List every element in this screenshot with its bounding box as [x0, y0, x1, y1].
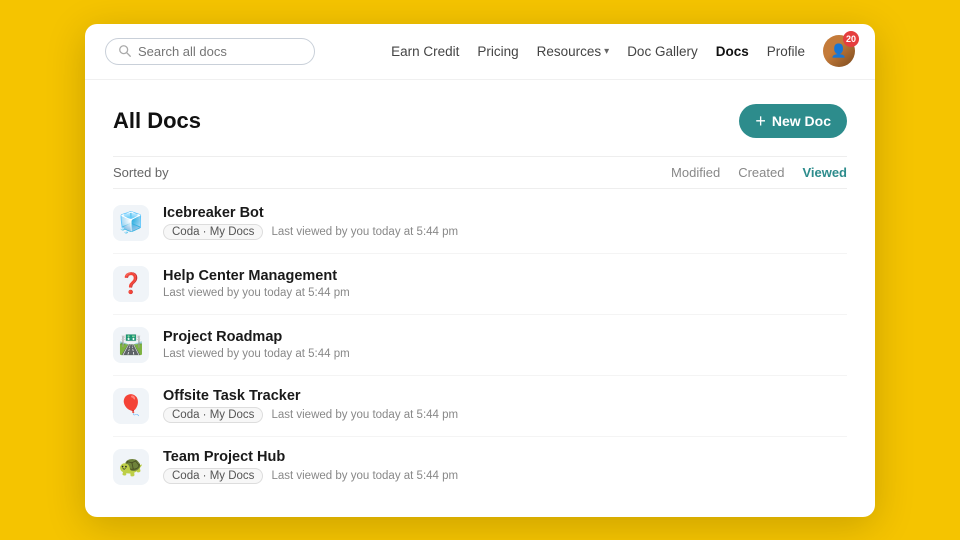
sorted-by-label: Sorted by [113, 165, 169, 180]
doc-icon-offsite: 🎈 [113, 388, 149, 424]
doc-icon-helpCenter: ❓ [113, 266, 149, 302]
new-doc-button[interactable]: + New Doc [739, 104, 847, 138]
table-row[interactable]: ❓ Help Center Management Last viewed by … [113, 254, 847, 315]
sort-viewed[interactable]: Viewed [802, 165, 847, 180]
doc-viewed: Last viewed by you today at 5:44 pm [163, 348, 350, 360]
doc-name: Team Project Hub [163, 449, 458, 465]
nav-resources[interactable]: Resources ▾ [537, 44, 610, 59]
doc-info: Icebreaker Bot Coda · My Docs Last viewe… [163, 205, 458, 240]
table-row[interactable]: 🧊 Icebreaker Bot Coda · My Docs Last vie… [113, 193, 847, 254]
app-window: Earn Credit Pricing Resources ▾ Doc Gall… [85, 24, 875, 517]
top-bar: All Docs + New Doc [113, 104, 847, 138]
sort-options: Modified Created Viewed [671, 165, 847, 180]
doc-name: Offsite Task Tracker [163, 388, 458, 404]
doc-icon-teamhub: 🐢 [113, 449, 149, 485]
nav-profile[interactable]: Profile [767, 44, 805, 59]
nav-docs[interactable]: Docs [716, 44, 749, 59]
doc-info: Project Roadmap Last viewed by you today… [163, 329, 350, 360]
doc-tag: Coda · My Docs [163, 468, 263, 484]
nav-doc-gallery[interactable]: Doc Gallery [627, 44, 698, 59]
notification-badge: 20 [843, 31, 859, 47]
doc-info: Team Project Hub Coda · My Docs Last vie… [163, 449, 458, 484]
doc-meta: Coda · My Docs Last viewed by you today … [163, 224, 458, 240]
doc-name: Icebreaker Bot [163, 205, 458, 221]
doc-meta: Last viewed by you today at 5:44 pm [163, 287, 350, 299]
doc-viewed: Last viewed by you today at 5:44 pm [271, 409, 458, 421]
sort-created[interactable]: Created [738, 165, 784, 180]
sort-modified[interactable]: Modified [671, 165, 720, 180]
main-content: All Docs + New Doc Sorted by Modified Cr… [85, 80, 875, 517]
sort-bar: Sorted by Modified Created Viewed [113, 156, 847, 189]
nav-earn-credit[interactable]: Earn Credit [391, 44, 459, 59]
nav-bar: Earn Credit Pricing Resources ▾ Doc Gall… [391, 35, 855, 67]
doc-info: Offsite Task Tracker Coda · My Docs Last… [163, 388, 458, 423]
doc-icon-icebreaker: 🧊 [113, 205, 149, 241]
doc-tag: Coda · My Docs [163, 224, 263, 240]
search-icon [118, 44, 132, 58]
search-input[interactable] [138, 44, 302, 59]
doc-name: Help Center Management [163, 268, 350, 284]
doc-icon-roadmap: 🛣️ [113, 327, 149, 363]
doc-viewed: Last viewed by you today at 5:44 pm [271, 226, 458, 238]
nav-pricing[interactable]: Pricing [477, 44, 518, 59]
doc-meta: Coda · My Docs Last viewed by you today … [163, 468, 458, 484]
search-wrap[interactable] [105, 38, 315, 65]
doc-list: 🧊 Icebreaker Bot Coda · My Docs Last vie… [113, 193, 847, 497]
doc-viewed: Last viewed by you today at 5:44 pm [271, 470, 458, 482]
header: Earn Credit Pricing Resources ▾ Doc Gall… [85, 24, 875, 80]
table-row[interactable]: 🐢 Team Project Hub Coda · My Docs Last v… [113, 437, 847, 497]
plus-icon: + [755, 112, 766, 130]
table-row[interactable]: 🎈 Offsite Task Tracker Coda · My Docs La… [113, 376, 847, 437]
avatar[interactable]: 👤 20 [823, 35, 855, 67]
doc-info: Help Center Management Last viewed by yo… [163, 268, 350, 299]
table-row[interactable]: 🛣️ Project Roadmap Last viewed by you to… [113, 315, 847, 376]
doc-viewed: Last viewed by you today at 5:44 pm [163, 287, 350, 299]
chevron-down-icon: ▾ [604, 46, 609, 57]
doc-meta: Last viewed by you today at 5:44 pm [163, 348, 350, 360]
doc-tag: Coda · My Docs [163, 407, 263, 423]
doc-name: Project Roadmap [163, 329, 350, 345]
doc-meta: Coda · My Docs Last viewed by you today … [163, 407, 458, 423]
page-title: All Docs [113, 108, 201, 134]
